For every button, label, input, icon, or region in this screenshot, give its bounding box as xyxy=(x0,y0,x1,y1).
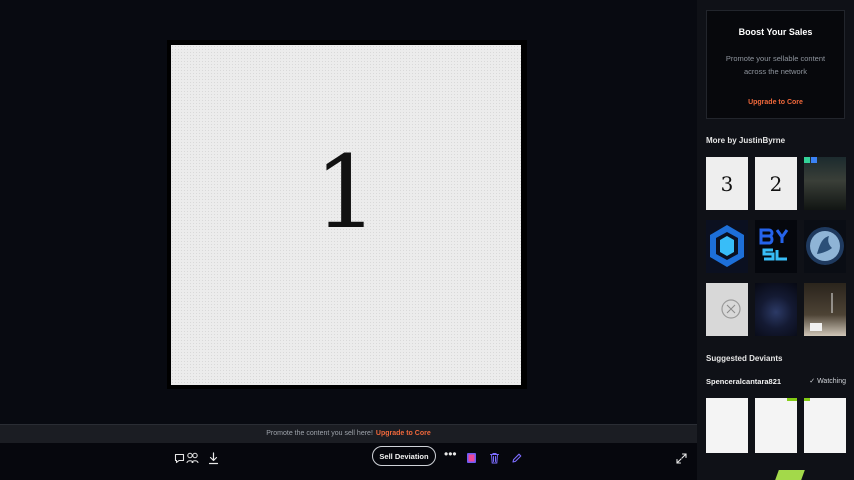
watching-label: Watching xyxy=(817,378,846,385)
boost-upgrade-link[interactable]: Upgrade to Core xyxy=(707,99,844,106)
boost-sales-card: Boost Your Sales Promote your sellable c… xyxy=(706,10,845,119)
deviation-page: 1 Promote the content you sell here! Upgr… xyxy=(0,0,854,480)
hexagon-logo-icon xyxy=(710,225,744,267)
thumb-hexagon[interactable] xyxy=(706,220,748,273)
artwork-frame: 1 xyxy=(167,40,527,389)
download-icon[interactable] xyxy=(205,450,221,466)
promote-bar: Promote the content you sell here! Upgrad… xyxy=(0,424,697,443)
thumb-photo-brown[interactable] xyxy=(804,283,846,336)
artwork-number: 1 xyxy=(314,134,378,251)
fullscreen-icon[interactable] xyxy=(673,450,689,466)
boost-title: Boost Your Sales xyxy=(738,27,813,37)
watching-toggle[interactable]: ✓ Watching xyxy=(809,377,846,385)
suggested-deviant-row: Spenceralcantara821 ✓ Watching xyxy=(706,377,846,389)
suggested-thumb-image xyxy=(787,398,797,401)
photo-brown-image xyxy=(810,293,833,331)
thumb-sketch[interactable] xyxy=(706,283,748,336)
sidebar: Boost Your Sales Promote your sellable c… xyxy=(697,0,854,480)
delete-icon[interactable] xyxy=(486,450,502,466)
circle-logo-icon xyxy=(806,227,844,265)
sketch-image xyxy=(721,299,741,319)
upgrade-core-link[interactable]: Upgrade to Core xyxy=(376,430,431,437)
thumb-circle-logo[interactable] xyxy=(804,220,846,273)
action-toolbar: Sell Deviation ••• xyxy=(0,443,697,480)
thumb-2[interactable]: 2 xyxy=(755,157,797,210)
suggested-thumb[interactable] xyxy=(755,398,797,453)
favourite-icon[interactable] xyxy=(184,450,200,466)
suggested-deviants-title: Suggested Deviants xyxy=(706,354,783,363)
gallery-icon[interactable] xyxy=(463,450,479,466)
sell-deviation-button[interactable]: Sell Deviation xyxy=(372,446,436,466)
thumb-photo-image xyxy=(804,157,817,163)
more-by-title: More by JustinByrne xyxy=(706,136,786,145)
suggested-thumb[interactable] xyxy=(706,398,748,453)
thumb-3[interactable]: 3 xyxy=(706,157,748,210)
deviant-name[interactable]: Spenceralcantara821 xyxy=(706,377,781,386)
artwork-viewer: 1 xyxy=(0,0,697,424)
check-icon: ✓ xyxy=(809,378,818,385)
artwork-image[interactable]: 1 xyxy=(171,45,521,385)
suggested-thumb-image xyxy=(804,398,810,401)
thumb-dark-glow[interactable] xyxy=(755,283,797,336)
text-logo-icon xyxy=(759,228,789,261)
promote-text: Promote the content you sell here! xyxy=(266,430,373,437)
boost-text: Promote your sellable content across the… xyxy=(725,54,826,76)
thumb-label: 2 xyxy=(769,171,783,196)
suggested-thumb[interactable] xyxy=(804,398,846,453)
thumb-text-logo[interactable] xyxy=(755,220,797,273)
edit-icon[interactable] xyxy=(508,450,524,466)
more-options-icon[interactable]: ••• xyxy=(444,446,457,462)
partial-logo-icon xyxy=(775,470,805,480)
thumb-photo[interactable] xyxy=(804,157,846,210)
thumb-label: 3 xyxy=(720,171,734,196)
